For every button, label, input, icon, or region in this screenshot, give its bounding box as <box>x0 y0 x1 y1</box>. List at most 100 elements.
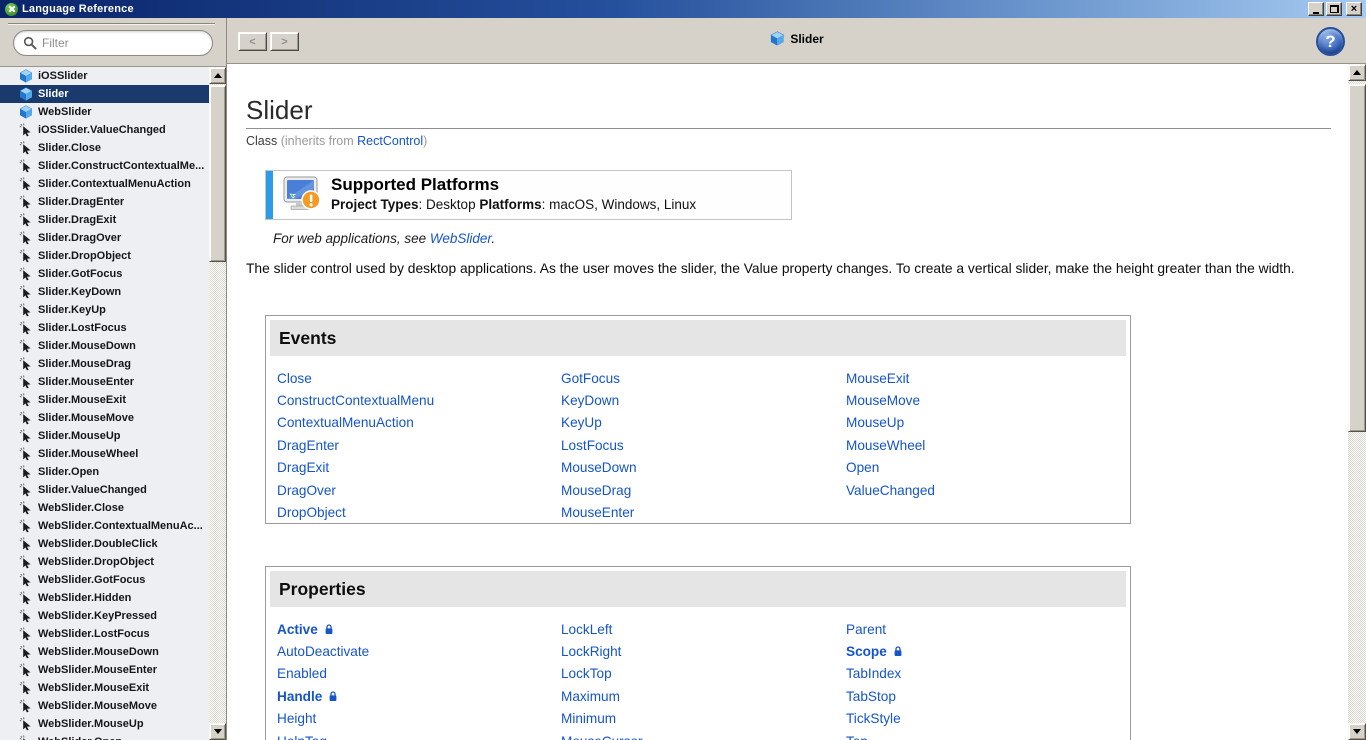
sidebar-item-webslider-open[interactable]: WebSlider.Open <box>0 733 209 740</box>
properties-section: Properties ActiveAutoDeactivateEnabledHa… <box>265 566 1131 740</box>
event-link-open[interactable]: Open <box>846 457 935 479</box>
sidebar-item-slider-mousedrag[interactable]: Slider.MouseDrag <box>0 355 209 373</box>
event-link-mousemove[interactable]: MouseMove <box>846 389 935 411</box>
property-link-tabstop[interactable]: TabStop <box>846 685 903 707</box>
sidebar-item-webslider-gotfocus[interactable]: WebSlider.GotFocus <box>0 571 209 589</box>
property-link-top[interactable]: Top <box>846 730 903 740</box>
sidebar-item-slider-mousewheel[interactable]: Slider.MouseWheel <box>0 445 209 463</box>
event-link-mouseup[interactable]: MouseUp <box>846 412 935 434</box>
event-link-valuechanged[interactable]: ValueChanged <box>846 479 935 501</box>
event-link-keydown[interactable]: KeyDown <box>561 389 637 411</box>
sidebar-item-webslider-hidden[interactable]: WebSlider.Hidden <box>0 589 209 607</box>
sidebar-item-webslider-close[interactable]: WebSlider.Close <box>0 499 209 517</box>
link-label: GotFocus <box>561 371 620 386</box>
scrollbar-thumb[interactable] <box>1348 84 1366 432</box>
minimize-button[interactable] <box>1308 2 1324 16</box>
sidebar-item-slider-mouseup[interactable]: Slider.MouseUp <box>0 427 209 445</box>
sidebar-item-webslider-contextualmenuac[interactable]: WebSlider.ContextualMenuAc... <box>0 517 209 535</box>
property-link-helptag[interactable]: HelpTag <box>277 730 369 740</box>
restore-button[interactable] <box>1326 2 1342 16</box>
event-link-constructcontextualmenu[interactable]: ConstructContextualMenu <box>277 389 434 411</box>
sidebar-item-slider-valuechanged[interactable]: Slider.ValueChanged <box>0 481 209 499</box>
help-button[interactable]: ? <box>1316 27 1345 56</box>
sidebar-item-webslider-mousemove[interactable]: WebSlider.MouseMove <box>0 697 209 715</box>
event-link-dragexit[interactable]: DragExit <box>277 457 434 479</box>
event-link-lostfocus[interactable]: LostFocus <box>561 434 637 456</box>
event-link-dragover[interactable]: DragOver <box>277 479 434 501</box>
sidebar-item-slider-mousemove[interactable]: Slider.MouseMove <box>0 409 209 427</box>
property-link-active[interactable]: Active <box>277 618 369 640</box>
scroll-down-button[interactable] <box>1348 723 1366 740</box>
webslider-link[interactable]: WebSlider <box>430 231 492 246</box>
property-link-lockright[interactable]: LockRight <box>561 640 643 662</box>
event-link-gotfocus[interactable]: GotFocus <box>561 367 637 389</box>
event-link-contextualmenuaction[interactable]: ContextualMenuAction <box>277 412 434 434</box>
property-link-height[interactable]: Height <box>277 708 369 730</box>
property-link-parent[interactable]: Parent <box>846 618 903 640</box>
link-label: DragOver <box>277 483 336 498</box>
sidebar-item-webslider-mouseup[interactable]: WebSlider.MouseUp <box>0 715 209 733</box>
sidebar-item-webslider[interactable]: WebSlider <box>0 103 209 121</box>
sidebar-item-iosslider[interactable]: iOSSlider <box>0 67 209 85</box>
sidebar-item-slider-mouseenter[interactable]: Slider.MouseEnter <box>0 373 209 391</box>
property-link-tabindex[interactable]: TabIndex <box>846 663 903 685</box>
sidebar-item-webslider-lostfocus[interactable]: WebSlider.LostFocus <box>0 625 209 643</box>
property-link-scope[interactable]: Scope <box>846 640 903 662</box>
rectcontrol-link[interactable]: RectControl <box>357 134 423 148</box>
filter-box[interactable] <box>13 30 213 56</box>
property-link-autodeactivate[interactable]: AutoDeactivate <box>277 640 369 662</box>
property-link-lockleft[interactable]: LockLeft <box>561 618 643 640</box>
event-link-mousewheel[interactable]: MouseWheel <box>846 434 935 456</box>
sidebar-item-slider-mouseexit[interactable]: Slider.MouseExit <box>0 391 209 409</box>
event-link-dragenter[interactable]: DragEnter <box>277 434 434 456</box>
property-link-tickstyle[interactable]: TickStyle <box>846 708 903 730</box>
sidebar-item-webslider-doubleclick[interactable]: WebSlider.DoubleClick <box>0 535 209 553</box>
event-link-mousedrag[interactable]: MouseDrag <box>561 479 637 501</box>
sidebar-item-slider-contextualmenuaction[interactable]: Slider.ContextualMenuAction <box>0 175 209 193</box>
sidebar-item-slider-dragexit[interactable]: Slider.DragExit <box>0 211 209 229</box>
scroll-down-button[interactable] <box>209 723 226 740</box>
property-link-minimum[interactable]: Minimum <box>561 708 643 730</box>
event-link-mouseexit[interactable]: MouseExit <box>846 367 935 389</box>
sidebar-item-slider-close[interactable]: Slider.Close <box>0 139 209 157</box>
sidebar-item-webslider-keypressed[interactable]: WebSlider.KeyPressed <box>0 607 209 625</box>
sidebar-item-webslider-mouseexit[interactable]: WebSlider.MouseExit <box>0 679 209 697</box>
sidebar-item-webslider-mousedown[interactable]: WebSlider.MouseDown <box>0 643 209 661</box>
sidebar-item-webslider-dropobject[interactable]: WebSlider.DropObject <box>0 553 209 571</box>
event-link-close[interactable]: Close <box>277 367 434 389</box>
event-cursor-icon <box>19 411 33 425</box>
property-link-enabled[interactable]: Enabled <box>277 663 369 685</box>
sidebar-item-slider-gotfocus[interactable]: Slider.GotFocus <box>0 265 209 283</box>
sidebar-item-slider-lostfocus[interactable]: Slider.LostFocus <box>0 319 209 337</box>
sidebar-item-slider-keyup[interactable]: Slider.KeyUp <box>0 301 209 319</box>
forward-button[interactable]: > <box>270 32 299 51</box>
sidebar-item-slider-mousedown[interactable]: Slider.MouseDown <box>0 337 209 355</box>
back-button[interactable]: < <box>238 32 267 51</box>
titlebar[interactable]: Language Reference × <box>0 0 1366 18</box>
event-link-mouseenter[interactable]: MouseEnter <box>561 501 637 523</box>
close-button[interactable]: × <box>1346 2 1362 16</box>
sidebar-item-slider-constructcontextualme[interactable]: Slider.ConstructContextualMe... <box>0 157 209 175</box>
scroll-up-button[interactable] <box>1348 64 1366 81</box>
sidebar-item-slider-dragenter[interactable]: Slider.DragEnter <box>0 193 209 211</box>
sidebar-scrollbar[interactable] <box>209 67 226 740</box>
event-link-keyup[interactable]: KeyUp <box>561 412 637 434</box>
event-link-dropobject[interactable]: DropObject <box>277 501 434 523</box>
content-scrollbar[interactable] <box>1348 64 1366 740</box>
scrollbar-thumb[interactable] <box>209 85 226 262</box>
sidebar-item-slider-dragover[interactable]: Slider.DragOver <box>0 229 209 247</box>
sidebar-item-slider-keydown[interactable]: Slider.KeyDown <box>0 283 209 301</box>
link-label: Maximum <box>561 689 620 704</box>
sidebar-item-iosslider-valuechanged[interactable]: iOSSlider.ValueChanged <box>0 121 209 139</box>
property-link-locktop[interactable]: LockTop <box>561 663 643 685</box>
sidebar-item-slider[interactable]: Slider <box>0 85 209 103</box>
scroll-up-button[interactable] <box>209 67 226 84</box>
sidebar-item-webslider-mouseenter[interactable]: WebSlider.MouseEnter <box>0 661 209 679</box>
property-link-mousecursor[interactable]: MouseCursor <box>561 730 643 740</box>
event-link-mousedown[interactable]: MouseDown <box>561 457 637 479</box>
sidebar-item-slider-dropobject[interactable]: Slider.DropObject <box>0 247 209 265</box>
property-link-handle[interactable]: Handle <box>277 685 369 707</box>
filter-input[interactable] <box>42 36 203 50</box>
property-link-maximum[interactable]: Maximum <box>561 685 643 707</box>
sidebar-item-slider-open[interactable]: Slider.Open <box>0 463 209 481</box>
